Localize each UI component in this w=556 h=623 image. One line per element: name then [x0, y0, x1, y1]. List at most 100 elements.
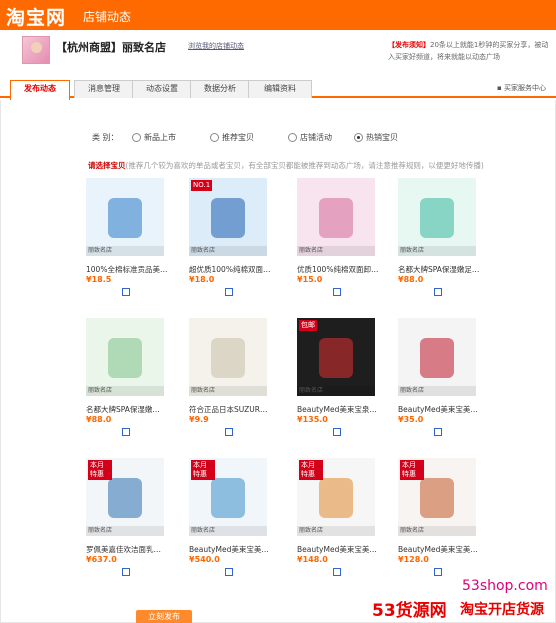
product-image[interactable]: 丽致名店 — [398, 318, 476, 396]
product-select-checkbox[interactable] — [225, 568, 233, 576]
product-name[interactable]: 名都大牌SPA保湿嫩足… — [398, 264, 488, 275]
tab-analytics[interactable]: 数据分析 — [190, 80, 250, 98]
product-image[interactable]: 丽致名店 — [398, 178, 476, 256]
product-select-checkbox[interactable] — [333, 568, 341, 576]
product-name[interactable]: BeautyMed美束宝美… — [398, 544, 488, 555]
product-select-checkbox[interactable] — [225, 288, 233, 296]
product-image[interactable]: 本月特惠 丽致名店 — [86, 458, 164, 536]
radio-hot-items[interactable]: 热销宝贝 — [354, 132, 398, 143]
product-select-checkbox[interactable] — [122, 568, 130, 576]
product-shape-icon — [108, 338, 142, 378]
product-badge: 本月特惠 — [299, 460, 323, 480]
section-desc-text: (推荐几个较为喜欢的单品或者宝贝，有全部宝贝都能被推荐到动态广场，请注意推荐规则… — [125, 161, 484, 170]
radio-label: 推荐宝贝 — [222, 133, 254, 142]
product-badge: 本月特惠 — [191, 460, 215, 480]
product-price: ¥540.0 — [189, 555, 220, 564]
section-title: 请选择宝贝 — [88, 161, 126, 170]
product-name[interactable]: 超优质100%纯棉双面… — [189, 264, 279, 275]
product-select-checkbox[interactable] — [434, 568, 442, 576]
product-card[interactable]: 包邮丽致名店 BeautyMed美束宝泉… ¥135.0 — [297, 318, 387, 436]
radio-circle[interactable] — [210, 133, 219, 142]
product-badge: 包邮 — [299, 320, 317, 331]
product-select-checkbox[interactable] — [122, 428, 130, 436]
tab-settings[interactable]: 动态设置 — [132, 80, 192, 98]
store-name[interactable]: 【杭州商盟】丽致名店 — [56, 39, 166, 55]
product-card[interactable]: 丽致名店 优质100%纯棉双面卸… ¥15.0 — [297, 178, 387, 296]
radio-recommended[interactable]: 推荐宝贝 — [210, 132, 254, 143]
product-select-checkbox[interactable] — [434, 288, 442, 296]
product-image[interactable]: 丽致名店 — [86, 318, 164, 396]
shop-tag: 丽致名店 — [86, 526, 164, 536]
tab-profile[interactable]: 编辑资料 — [248, 80, 312, 98]
radio-circle[interactable] — [132, 133, 141, 142]
product-price: ¥135.0 — [297, 415, 328, 424]
product-select-checkbox[interactable] — [434, 428, 442, 436]
product-select-checkbox[interactable] — [333, 428, 341, 436]
tab-bar: 发布动态 消息管理 动态设置 数据分析 编辑资料 — [0, 78, 556, 100]
product-image[interactable]: NO.1 丽致名店 — [189, 178, 267, 256]
product-price: ¥18.5 — [86, 275, 112, 284]
radio-circle[interactable] — [288, 133, 297, 142]
watermark-site: 53shop.com — [462, 578, 548, 594]
product-price: ¥18.0 — [189, 275, 215, 284]
product-card[interactable]: 丽致名店 名都大牌SPA保湿嫩足… ¥88.0 — [398, 178, 488, 296]
product-name[interactable]: BeautyMed美束宝美… — [398, 404, 488, 415]
product-card[interactable]: 本月特惠丽致名店 BeautyMed美束宝美… ¥148.0 — [297, 458, 387, 576]
product-card[interactable]: NO.1 丽致名店超优质100%纯棉双面… ¥18.0 — [189, 178, 279, 296]
radio-circle-selected[interactable] — [354, 133, 363, 142]
product-name[interactable]: BeautyMed美束宝美… — [297, 544, 387, 555]
product-card[interactable]: 本月特惠 丽致名店 BeautyMed美束宝美… ¥128.0 — [398, 458, 488, 576]
tab-messages[interactable]: 消息管理 — [74, 80, 134, 98]
product-image[interactable]: 本月特惠 丽致名店 — [398, 458, 476, 536]
product-card[interactable]: 丽致名店 名都大牌SPA保湿嫩… ¥88.0 — [86, 318, 176, 436]
product-shape-icon — [211, 478, 245, 518]
product-shape-icon — [420, 478, 454, 518]
product-image[interactable]: 包邮 丽致名店 — [297, 318, 375, 396]
product-card[interactable]: 本月特惠 丽致名店罗佩美嘉佳欢洁面乳… ¥637.0 — [86, 458, 176, 576]
radio-label: 热销宝贝 — [366, 133, 398, 142]
product-image[interactable]: 丽致名店 — [86, 178, 164, 256]
product-name[interactable]: 名都大牌SPA保湿嫩… — [86, 404, 176, 415]
product-name[interactable]: 符合正品日本SUZUR… — [189, 404, 279, 415]
tab-publish[interactable]: 发布动态 — [10, 80, 70, 100]
product-card[interactable]: 本月特惠 丽致名店 BeautyMed美束宝美… ¥540.0 — [189, 458, 279, 576]
radio-store-events[interactable]: 店铺活动 — [288, 132, 332, 143]
taobao-logo[interactable]: 淘宝网 — [6, 3, 66, 30]
product-card[interactable]: 丽致名店 100%全棉标准贡品美… ¥18.5 — [86, 178, 176, 296]
top-header-bar: 淘宝网 店铺动态 — [0, 0, 556, 30]
shop-tag: 丽致名店 — [297, 526, 375, 536]
product-price: ¥148.0 — [297, 555, 328, 564]
product-price: ¥637.0 — [86, 555, 117, 564]
product-select-checkbox[interactable] — [225, 428, 233, 436]
view-store-feed-link[interactable]: 浏览我的店铺动态 — [188, 41, 244, 51]
product-image[interactable]: 丽致名店 — [189, 318, 267, 396]
product-card[interactable]: 丽致名店 BeautyMed美束宝美… ¥35.0 — [398, 318, 488, 436]
product-name[interactable]: 100%全棉标准贡品美… — [86, 264, 176, 275]
radio-label: 新品上市 — [144, 133, 176, 142]
shop-tag: 丽致名店 — [297, 386, 375, 396]
product-image[interactable]: 丽致名店 — [297, 178, 375, 256]
product-card[interactable]: 丽致名店符合正品日本SUZUR… ¥9.9 — [189, 318, 279, 436]
radio-new-arrivals[interactable]: 新品上市 — [132, 132, 176, 143]
buyer-service-label: 买家服务中心 — [504, 84, 546, 92]
product-select-checkbox[interactable] — [333, 288, 341, 296]
shop-tag: 丽致名店 — [398, 246, 476, 256]
product-name[interactable]: BeautyMed美束宝美… — [189, 544, 279, 555]
product-name[interactable]: 罗佩美嘉佳欢洁面乳… — [86, 544, 176, 555]
product-image[interactable]: 本月特惠 丽致名店 — [189, 458, 267, 536]
store-avatar[interactable] — [22, 36, 50, 64]
product-shape-icon — [319, 198, 353, 238]
product-badge: 本月特惠 — [400, 460, 424, 480]
publish-button[interactable]: 立刻发布 — [136, 610, 192, 623]
product-select-checkbox[interactable] — [122, 288, 130, 296]
product-name[interactable]: BeautyMed美束宝泉… — [297, 404, 387, 415]
product-shape-icon — [319, 478, 353, 518]
product-name[interactable]: 优质100%纯棉双面卸… — [297, 264, 387, 275]
buyer-service-icon: ▪ — [497, 84, 504, 92]
product-price: ¥9.9 — [189, 415, 209, 424]
radio-label: 店铺活动 — [300, 133, 332, 142]
publish-notice: 【发布须知】20条以上就能1秒钟的买家分享，被动入买家好频道，将来就能以动态广场 — [388, 39, 552, 63]
product-badge: NO.1 — [191, 180, 213, 191]
product-image[interactable]: 本月特惠 丽致名店 — [297, 458, 375, 536]
buyer-service-link[interactable]: ▪ 买家服务中心 — [497, 83, 546, 93]
